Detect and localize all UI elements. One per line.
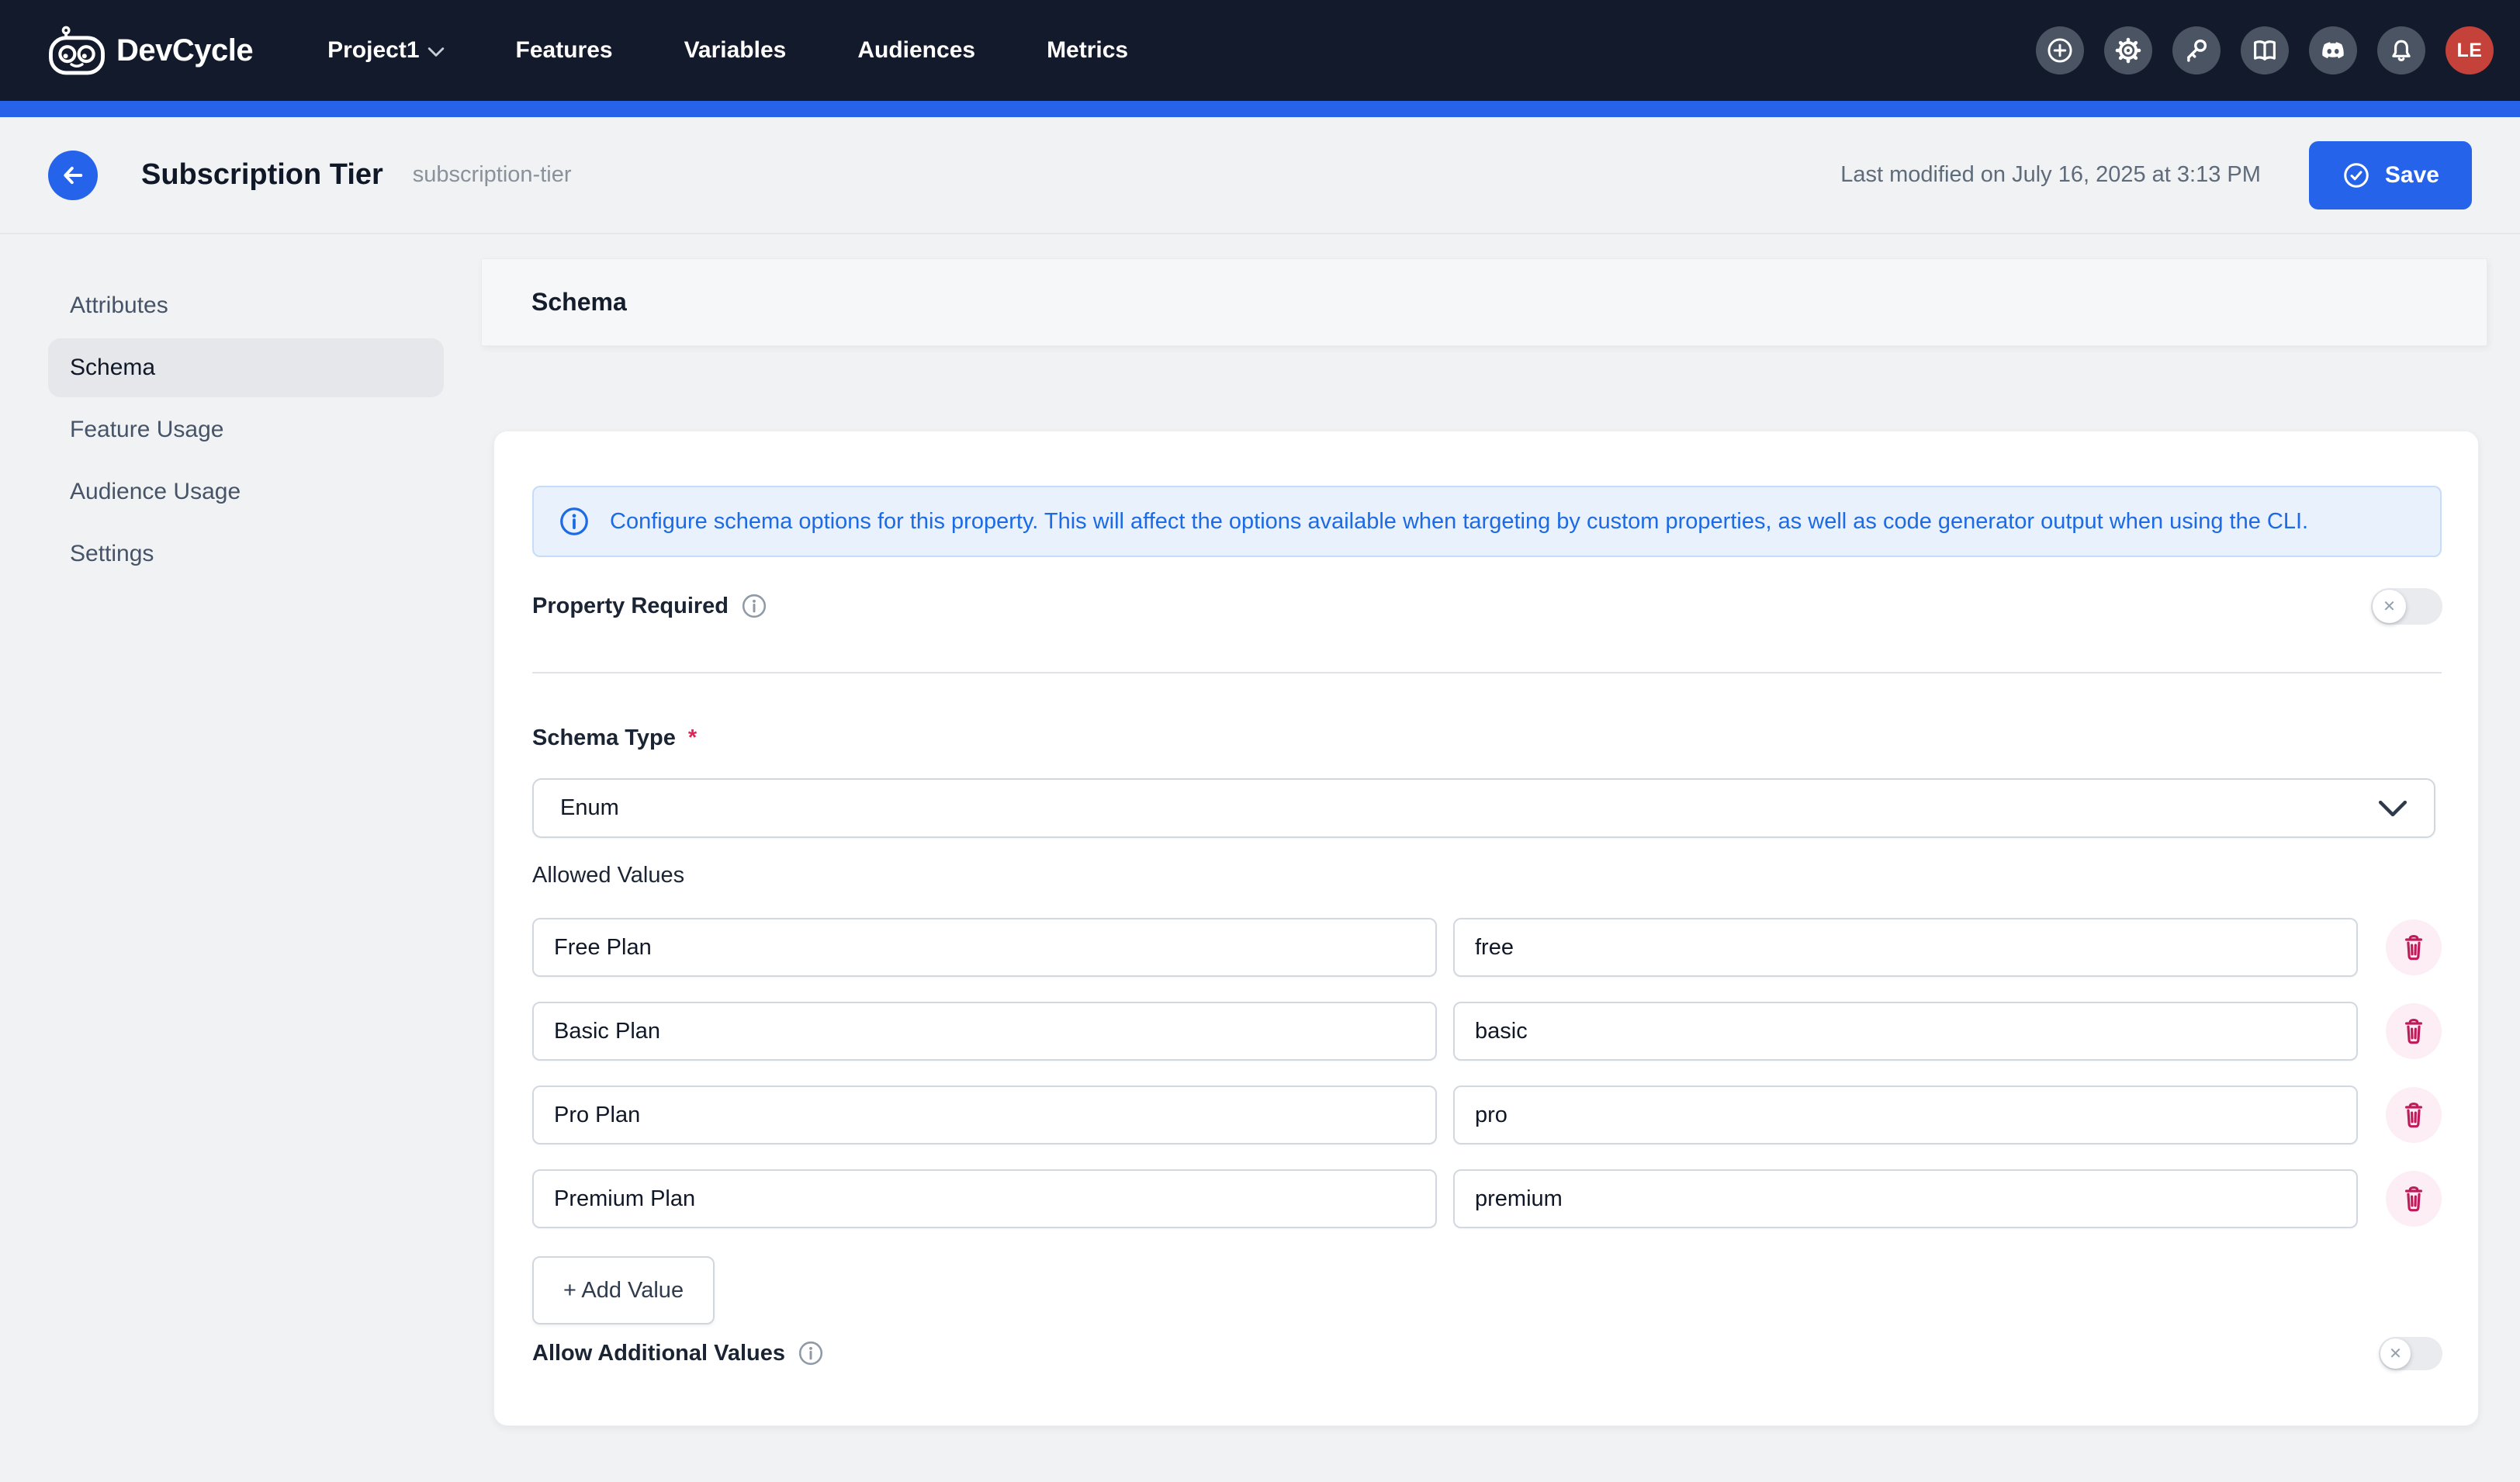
trash-icon xyxy=(2399,1183,2428,1214)
nav-item-metrics[interactable]: Metrics xyxy=(1047,37,1128,64)
notifications-bell-icon[interactable] xyxy=(2377,26,2425,74)
allowed-value-key-input[interactable] xyxy=(1453,918,2358,977)
divider xyxy=(532,672,2442,673)
brand-name: DevCycle xyxy=(116,33,253,68)
primary-nav: Project1 Features Variables Audiences Metric… xyxy=(327,37,1128,64)
trash-icon xyxy=(2399,932,2428,963)
toggle-knob-x: ✕ xyxy=(2380,1338,2411,1369)
property-key: subscription-tier xyxy=(413,162,572,188)
info-icon[interactable] xyxy=(798,1340,824,1366)
chevron-down-icon xyxy=(2378,799,2408,818)
schema-card: Configure schema options for this proper… xyxy=(493,431,2479,1426)
toggle-knob-x: ✕ xyxy=(2373,590,2406,623)
allowed-value-row xyxy=(532,1002,2442,1061)
allowed-value-key-input[interactable] xyxy=(1453,1086,2358,1144)
allowed-value-key-input[interactable] xyxy=(1453,1002,2358,1061)
schema-type-value: Enum xyxy=(560,795,619,821)
sidebar-item-settings[interactable]: Settings xyxy=(48,525,444,583)
nav-item-audiences[interactable]: Audiences xyxy=(857,37,975,64)
devcycle-logo[interactable]: DevCycle xyxy=(48,25,253,76)
allowed-value-label-input[interactable] xyxy=(532,1002,1437,1061)
delete-value-button[interactable] xyxy=(2386,919,2442,975)
sidebar-item-feature-usage[interactable]: Feature Usage xyxy=(48,400,444,459)
property-required-toggle[interactable]: ✕ xyxy=(2371,588,2442,625)
docs-book-icon[interactable] xyxy=(2241,26,2289,74)
save-button[interactable]: Save xyxy=(2309,141,2472,209)
allowed-value-row xyxy=(532,1169,2442,1228)
devcycle-app: DevCycle Project1 Features Variables Audien… xyxy=(0,0,2520,1482)
info-icon xyxy=(559,506,590,537)
property-required-label: Property Required xyxy=(532,593,767,619)
allow-additional-row: Allow Additional Values ✕ xyxy=(532,1330,2442,1376)
navbar-actions: LE xyxy=(2036,26,2494,74)
banner-text: Configure schema options for this proper… xyxy=(610,509,2308,535)
add-circle-icon[interactable] xyxy=(2036,26,2084,74)
trash-icon xyxy=(2399,1099,2428,1131)
settings-gear-icon[interactable] xyxy=(2104,26,2152,74)
sidebar-item-attributes[interactable]: Attributes xyxy=(48,276,444,335)
section-title: Schema xyxy=(531,288,627,317)
delete-value-button[interactable] xyxy=(2386,1171,2442,1227)
settings-sidebar: AttributesSchemaFeature UsageAudience Us… xyxy=(48,276,444,587)
section-header: Schema xyxy=(481,258,2487,346)
robot-logo-icon xyxy=(48,25,106,76)
schema-type-label-row: Schema Type * xyxy=(532,716,2442,760)
add-value-button[interactable]: + Add Value xyxy=(532,1256,715,1324)
required-marker: * xyxy=(688,725,697,751)
sidebar-item-schema[interactable]: Schema xyxy=(48,338,444,397)
info-icon[interactable] xyxy=(741,593,767,619)
page-header: Subscription Tier subscription-tier Last… xyxy=(0,117,2520,234)
allowed-value-row xyxy=(532,1086,2442,1144)
accent-bar xyxy=(0,101,2520,117)
top-navbar: DevCycle Project1 Features Variables Audien… xyxy=(0,0,2520,101)
allowed-values-list xyxy=(532,918,2442,1253)
api-key-icon[interactable] xyxy=(2172,26,2221,74)
allowed-value-label-input[interactable] xyxy=(532,918,1437,977)
allow-additional-toggle[interactable]: ✕ xyxy=(2379,1337,2442,1370)
allowed-value-key-input[interactable] xyxy=(1453,1169,2358,1228)
check-circle-icon xyxy=(2342,161,2371,190)
page-title: Subscription Tier xyxy=(141,158,383,192)
nav-item-variables[interactable]: Variables xyxy=(684,37,787,64)
arrow-left-icon xyxy=(61,163,85,188)
schema-type-label: Schema Type * xyxy=(532,725,697,751)
chevron-down-icon xyxy=(428,47,445,57)
allowed-value-label-input[interactable] xyxy=(532,1169,1437,1228)
back-button[interactable] xyxy=(48,151,98,200)
allowed-value-label-input[interactable] xyxy=(532,1086,1437,1144)
sidebar-item-audience-usage[interactable]: Audience Usage xyxy=(48,462,444,521)
user-avatar[interactable]: LE xyxy=(2446,26,2494,74)
last-modified-text: Last modified on July 16, 2025 at 3:13 P… xyxy=(1840,162,2261,188)
main-region: AttributesSchemaFeature UsageAudience Us… xyxy=(0,234,2520,1481)
info-banner: Configure schema options for this proper… xyxy=(532,486,2442,557)
allowed-value-row xyxy=(532,918,2442,977)
trash-icon xyxy=(2399,1016,2428,1047)
allow-additional-label: Allow Additional Values xyxy=(532,1340,824,1366)
discord-icon[interactable] xyxy=(2309,26,2357,74)
delete-value-button[interactable] xyxy=(2386,1003,2442,1059)
nav-item-project1[interactable]: Project1 xyxy=(327,37,444,64)
schema-type-select[interactable]: Enum xyxy=(532,778,2435,838)
delete-value-button[interactable] xyxy=(2386,1087,2442,1143)
property-required-row: Property Required ✕ xyxy=(532,583,2442,629)
nav-item-features[interactable]: Features xyxy=(516,37,613,64)
allowed-values-label: Allowed Values xyxy=(532,863,684,888)
